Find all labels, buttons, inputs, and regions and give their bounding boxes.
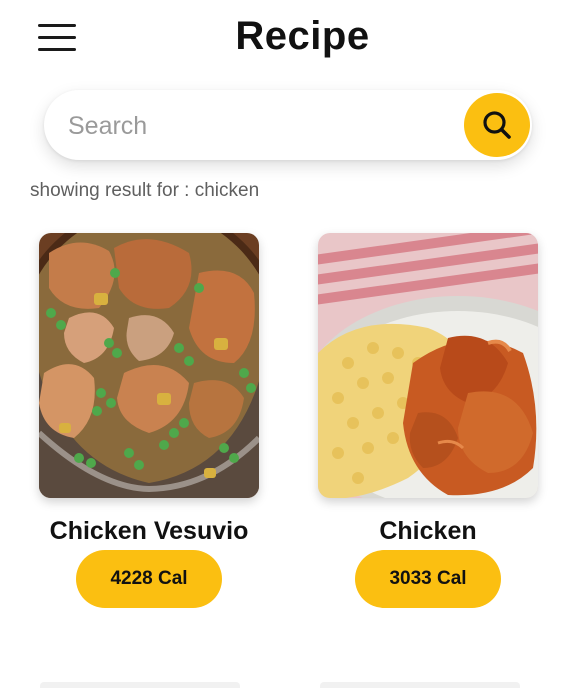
calories-button[interactable]: 3033 Cal xyxy=(355,550,501,608)
recipe-card[interactable]: Chicken 3033 Cal xyxy=(303,233,553,613)
app-header: Recipe xyxy=(0,0,565,80)
recipe-title: Chicken xyxy=(379,517,477,545)
next-row-cards-peek xyxy=(40,682,540,688)
recipe-card[interactable]: Chicken Vesuvio 4228 Cal xyxy=(24,233,274,613)
search-button[interactable] xyxy=(464,93,530,157)
recipe-image[interactable] xyxy=(318,233,538,498)
recipe-title: Chicken Vesuvio xyxy=(49,517,249,545)
recipe-image[interactable] xyxy=(39,233,259,498)
search-bar xyxy=(44,90,532,160)
chicken-with-spaetzle-photo xyxy=(318,233,538,498)
calories-button[interactable]: 4228 Cal xyxy=(76,550,222,608)
search-icon xyxy=(483,111,511,139)
search-input[interactable] xyxy=(66,105,450,147)
page-title: Recipe xyxy=(235,14,370,58)
search-result-label: showing result for : chicken xyxy=(30,180,260,201)
chicken-vesuvio-photo xyxy=(39,233,259,498)
